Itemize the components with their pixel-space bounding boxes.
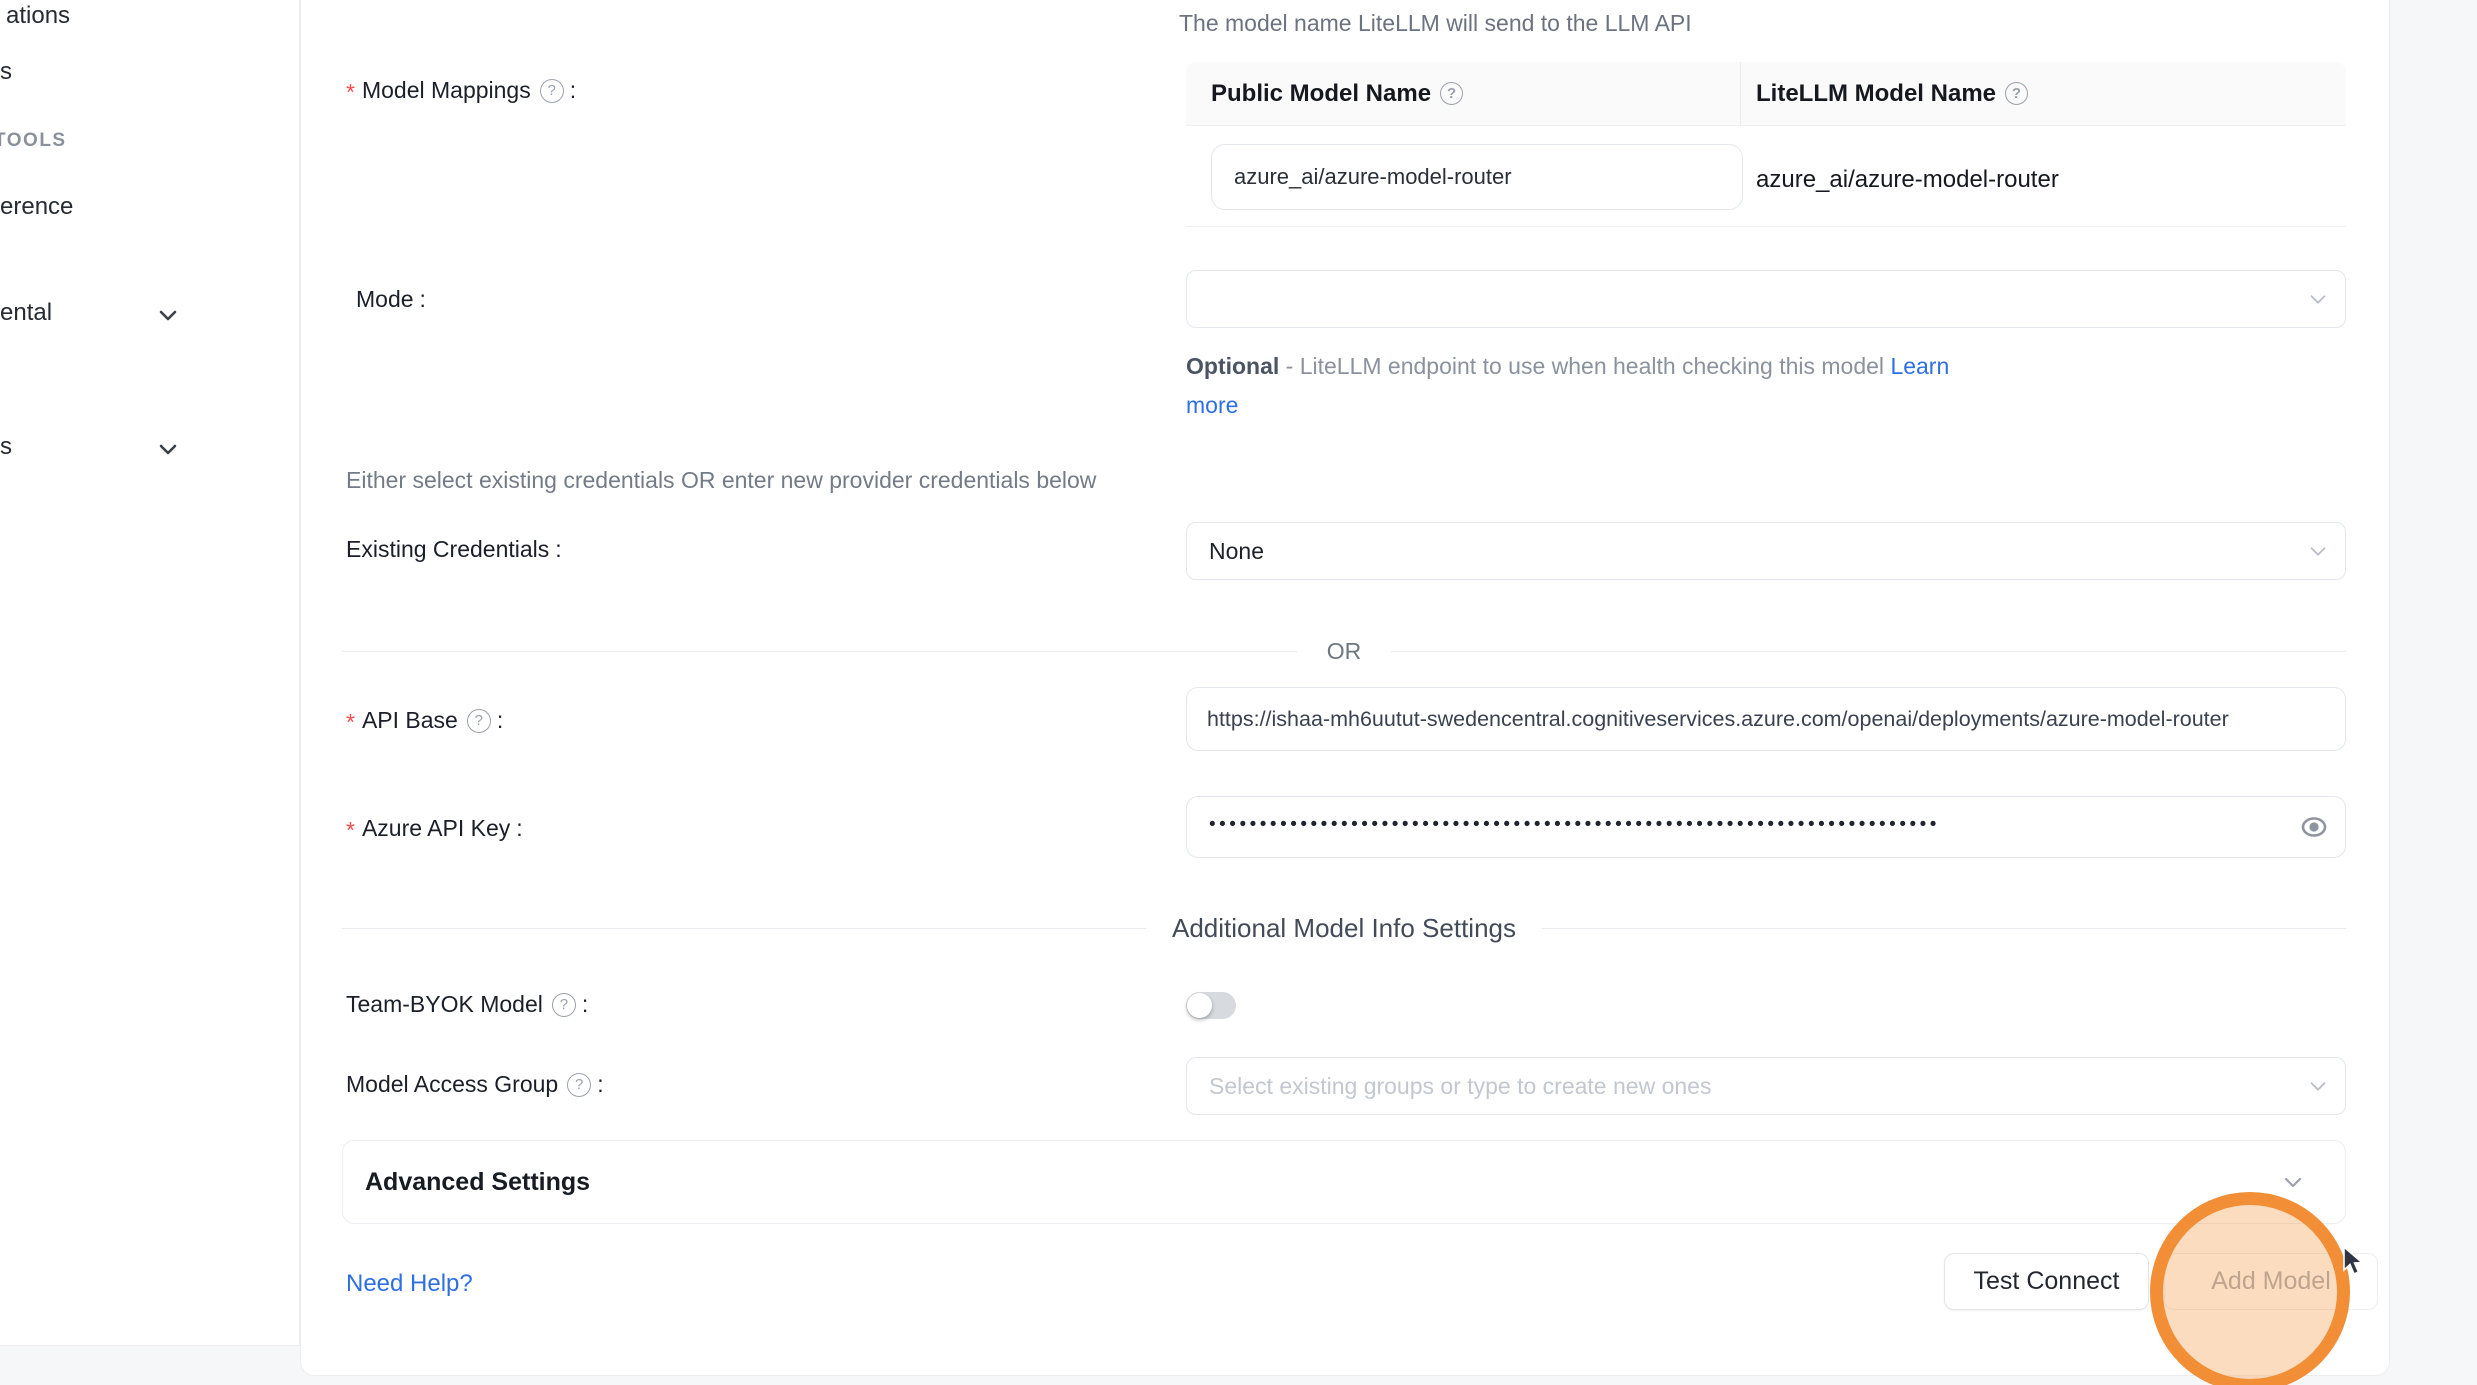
team-byok-label: Team-BYOK Model xyxy=(346,991,543,1018)
learn-more-link[interactable]: more xyxy=(1186,392,1238,418)
azure-api-key-input[interactable]: ••••••••••••••••••••••••••••••••••••••••… xyxy=(1186,796,2346,858)
litellm-model-name-value: azure_ai/azure-model-router xyxy=(1756,166,2059,194)
chevron-down-icon xyxy=(156,303,180,327)
test-connect-button[interactable]: Test Connect xyxy=(1944,1253,2149,1310)
azure-api-key-label: Azure API Key xyxy=(362,815,510,842)
chevron-down-icon xyxy=(2307,540,2329,562)
model-mappings-label: Model Mappings xyxy=(362,77,531,104)
need-help-link[interactable]: Need Help? xyxy=(346,1270,473,1298)
credentials-note: Either select existing credentials OR en… xyxy=(346,467,1096,494)
model-access-group-select[interactable]: Select existing groups or type to create… xyxy=(1186,1057,2346,1115)
mode-label: Mode xyxy=(356,286,414,313)
help-icon[interactable]: ? xyxy=(552,993,576,1017)
toggle-knob xyxy=(1187,993,1212,1018)
sidebar-section-tools: TOOLS xyxy=(0,130,67,152)
public-model-name-input[interactable]: azure_ai/azure-model-router xyxy=(1211,144,1743,210)
help-icon[interactable]: ? xyxy=(567,1073,591,1097)
or-divider: OR xyxy=(342,637,2346,665)
help-icon[interactable]: ? xyxy=(2005,82,2028,105)
mode-select[interactable] xyxy=(1186,270,2346,328)
help-icon[interactable]: ? xyxy=(1440,82,1463,105)
team-byok-label-row: Team-BYOK Model ? : xyxy=(346,991,588,1018)
existing-credentials-label: Existing Credentials xyxy=(346,536,549,563)
help-icon[interactable]: ? xyxy=(467,709,491,733)
litellm-model-name-header: LiteLLM Model Name ? xyxy=(1741,80,2346,108)
existing-credentials-select[interactable]: None xyxy=(1186,522,2346,580)
eye-icon[interactable] xyxy=(2299,814,2329,840)
public-model-name-header: Public Model Name ? xyxy=(1186,80,1740,108)
required-asterisk: * xyxy=(346,709,355,736)
add-model-form-card: The model name LiteLLM will send to the … xyxy=(300,0,2390,1376)
api-base-label: API Base xyxy=(362,707,458,734)
help-icon[interactable]: ? xyxy=(540,79,564,103)
or-divider-text: OR xyxy=(1297,638,1392,665)
model-mappings-label-row: * Model Mappings ? : xyxy=(346,75,576,106)
advanced-settings-title: Advanced Settings xyxy=(365,1168,590,1197)
chevron-down-icon xyxy=(2281,1170,2305,1194)
model-access-group-placeholder: Select existing groups or type to create… xyxy=(1209,1073,1711,1100)
additional-info-divider-text: Additional Model Info Settings xyxy=(1146,913,1542,944)
chevron-down-icon xyxy=(2307,288,2329,310)
sidebar-item-experimental[interactable]: ental xyxy=(0,299,52,327)
model-access-group-label-row: Model Access Group ? : xyxy=(346,1071,604,1098)
sidebar-item[interactable]: s xyxy=(0,58,12,86)
masked-password-value: ••••••••••••••••••••••••••••••••••••••••… xyxy=(1209,814,1940,836)
chevron-down-icon xyxy=(2307,1075,2329,1097)
additional-info-divider: Additional Model Info Settings xyxy=(342,912,2346,944)
api-base-label-row: * API Base ? : xyxy=(346,705,503,736)
mouse-cursor xyxy=(2341,1246,2369,1278)
learn-more-link[interactable]: Learn xyxy=(1890,353,1949,379)
azure-api-key-label-row: * Azure API Key : xyxy=(346,813,523,844)
model-mappings-table-header: Public Model Name ? LiteLLM Model Name ? xyxy=(1186,62,2346,126)
advanced-settings-panel[interactable]: Advanced Settings xyxy=(342,1140,2346,1224)
model-access-group-label: Model Access Group xyxy=(346,1071,558,1098)
required-asterisk: * xyxy=(346,79,355,106)
sidebar-item-settings[interactable]: s xyxy=(0,433,12,461)
team-byok-toggle[interactable] xyxy=(1186,992,1236,1019)
sidebar-item-api-reference[interactable]: erence xyxy=(0,193,73,221)
mode-help-text-line2: more xyxy=(1186,392,1238,419)
litellm-model-name-helper-text: The model name LiteLLM will send to the … xyxy=(1179,10,1692,37)
highlight-circle-annotation xyxy=(2150,1192,2350,1385)
sidebar: ations s TOOLS erence ental s xyxy=(0,0,300,1346)
table-row-divider xyxy=(1186,226,2346,227)
existing-credentials-label-row: Existing Credentials : xyxy=(346,536,562,563)
sidebar-item-organizations[interactable]: ations xyxy=(6,2,70,30)
required-asterisk: * xyxy=(346,817,355,844)
mode-help-text-line1: Optional - LiteLLM endpoint to use when … xyxy=(1186,353,1949,380)
chevron-down-icon xyxy=(156,437,180,461)
mode-label-row: Mode : xyxy=(356,286,426,313)
api-base-input[interactable]: https://ishaa-mh6uutut-swedencentral.cog… xyxy=(1186,687,2346,751)
